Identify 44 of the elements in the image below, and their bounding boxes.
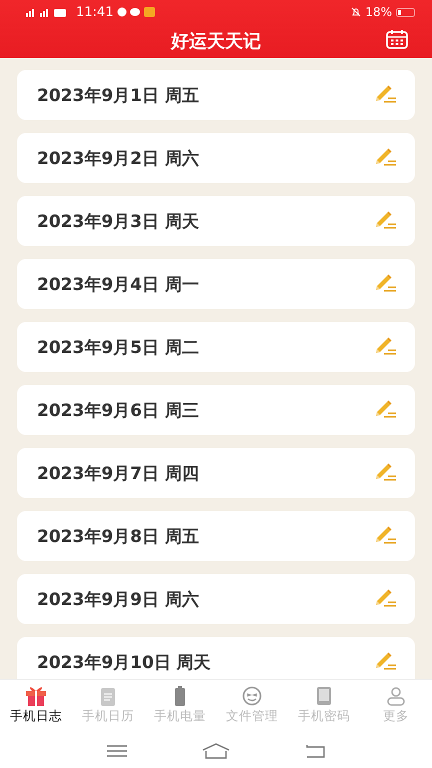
status-time: 11:41 xyxy=(76,4,114,20)
entry-date: 2023年9月3日 周天 xyxy=(37,210,200,232)
tab[interactable]: 手机日志 xyxy=(0,680,72,734)
diary-entry-card[interactable]: 2023年9月2日 周六 xyxy=(17,133,415,183)
diary-entry-card[interactable]: 2023年9月7日 周四 xyxy=(17,448,415,498)
calendar-button[interactable] xyxy=(386,29,408,49)
entry-date: 2023年9月4日 周一 xyxy=(37,274,200,296)
entry-date: 2023年9月7日 周四 xyxy=(37,462,200,484)
diary-entry-card[interactable]: 2023年9月1日 周五 xyxy=(17,70,415,120)
entry-date: 2023年9月8日 周五 xyxy=(37,526,200,548)
edit-button[interactable] xyxy=(373,211,397,231)
face-icon xyxy=(241,686,263,706)
edit-button[interactable] xyxy=(373,589,397,609)
back-button[interactable] xyxy=(304,744,326,758)
entry-date: 2023年9月2日 周六 xyxy=(37,148,200,170)
diary-entry-card[interactable]: 2023年9月9日 周六 xyxy=(17,574,415,624)
home-button[interactable] xyxy=(200,743,231,759)
battery-icon xyxy=(396,8,416,16)
edit-button[interactable] xyxy=(373,463,397,483)
edit-button[interactable] xyxy=(373,85,397,105)
diary-entry-card[interactable]: 2023年9月6日 周三 xyxy=(17,385,415,435)
entry-date: 2023年9月10日 周天 xyxy=(37,652,212,674)
entry-date: 2023年9月1日 周五 xyxy=(37,84,200,106)
edit-button[interactable] xyxy=(373,652,397,672)
edit-button[interactable] xyxy=(373,148,397,168)
entry-date: 2023年9月6日 周三 xyxy=(37,400,200,422)
edit-button[interactable] xyxy=(373,400,397,420)
person-icon xyxy=(385,686,407,706)
menu-button[interactable] xyxy=(106,744,128,758)
mute-icon xyxy=(351,7,362,17)
entry-date: 2023年9月5日 周二 xyxy=(37,336,200,358)
gift-icon xyxy=(25,686,47,706)
battery-level: 18% xyxy=(365,5,392,19)
entry-date: 2023年9月9日 周六 xyxy=(37,588,200,610)
diary-entry-card[interactable]: 2023年9月8日 周五 xyxy=(17,511,415,561)
edit-button[interactable] xyxy=(373,337,397,357)
diary-entry-card[interactable]: 2023年9月3日 周天 xyxy=(17,196,415,246)
notification-icon xyxy=(117,7,158,17)
diary-entry-card[interactable]: 2023年9月10日 周天 xyxy=(17,637,415,679)
edit-button[interactable] xyxy=(373,274,397,294)
diary-entry-card[interactable]: 2023年9月4日 周一 xyxy=(17,259,415,309)
edit-button[interactable] xyxy=(373,526,397,546)
app-title: 好运天天记 xyxy=(171,30,261,53)
diary-entry-card[interactable]: 2023年9月5日 周二 xyxy=(17,322,415,372)
